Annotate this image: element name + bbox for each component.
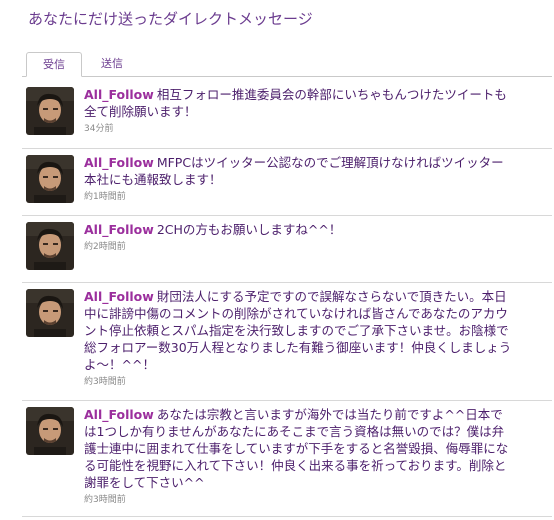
timestamp[interactable]: 約3時間前 bbox=[84, 492, 514, 509]
message-item: All_Follow あなたは宗教と言いますが海外では当たり前ですよ^^日本では1… bbox=[22, 400, 552, 517]
message-tabs: 受信 送信 bbox=[22, 52, 552, 77]
avatar[interactable] bbox=[26, 407, 74, 455]
message-item: All_Follow 2CHの方もお願いしますね^^！ 約2時間前 bbox=[22, 215, 552, 283]
avatar[interactable] bbox=[26, 289, 74, 337]
timestamp[interactable]: 34分前 bbox=[84, 121, 514, 138]
tab-received[interactable]: 受信 bbox=[26, 52, 82, 77]
avatar[interactable] bbox=[26, 222, 74, 270]
message-item: All_Follow 相互フォロー推進委員会の幹部にいちゃもんつけたツイートも全て… bbox=[22, 80, 552, 149]
message-body: All_Follow 財団法人にする予定ですので誤解なさらないで頂きたい。本日中に… bbox=[84, 288, 514, 391]
username-link[interactable]: All_Follow bbox=[84, 155, 154, 170]
username-link[interactable]: All_Follow bbox=[84, 407, 154, 422]
avatar-image bbox=[26, 407, 74, 455]
message-item: All_Follow 財団法人にする予定ですので誤解なさらないで頂きたい。本日中に… bbox=[22, 282, 552, 401]
username-link[interactable]: All_Follow bbox=[84, 87, 154, 102]
username-link[interactable]: All_Follow bbox=[84, 222, 154, 237]
page-title: あなたにだけ送ったダイレクトメッセージ bbox=[28, 10, 313, 28]
username-link[interactable]: All_Follow bbox=[84, 289, 154, 304]
timestamp[interactable]: 約1時間前 bbox=[84, 189, 514, 206]
message-item: All_Follow MFPCはツイッター公認なのでご理解頂けなければツイッター本… bbox=[22, 148, 552, 216]
message-body: All_Follow MFPCはツイッター公認なのでご理解頂けなければツイッター本… bbox=[84, 154, 514, 206]
avatar[interactable] bbox=[26, 87, 74, 135]
timestamp[interactable]: 約2時間前 bbox=[84, 239, 514, 256]
avatar-image bbox=[26, 289, 74, 337]
message-body: All_Follow 相互フォロー推進委員会の幹部にいちゃもんつけたツイートも全て… bbox=[84, 86, 514, 138]
tab-sent[interactable]: 送信 bbox=[92, 52, 132, 75]
timestamp[interactable]: 約3時間前 bbox=[84, 374, 514, 391]
avatar-image bbox=[26, 222, 74, 270]
message-body: All_Follow 2CHの方もお願いしますね^^！ 約2時間前 bbox=[84, 221, 514, 256]
message-body: All_Follow あなたは宗教と言いますが海外では当たり前ですよ^^日本では1… bbox=[84, 406, 514, 509]
message-text: 2CHの方もお願いしますね^^！ bbox=[156, 222, 342, 237]
avatar-image bbox=[26, 155, 74, 203]
avatar[interactable] bbox=[26, 155, 74, 203]
avatar-image bbox=[26, 87, 74, 135]
